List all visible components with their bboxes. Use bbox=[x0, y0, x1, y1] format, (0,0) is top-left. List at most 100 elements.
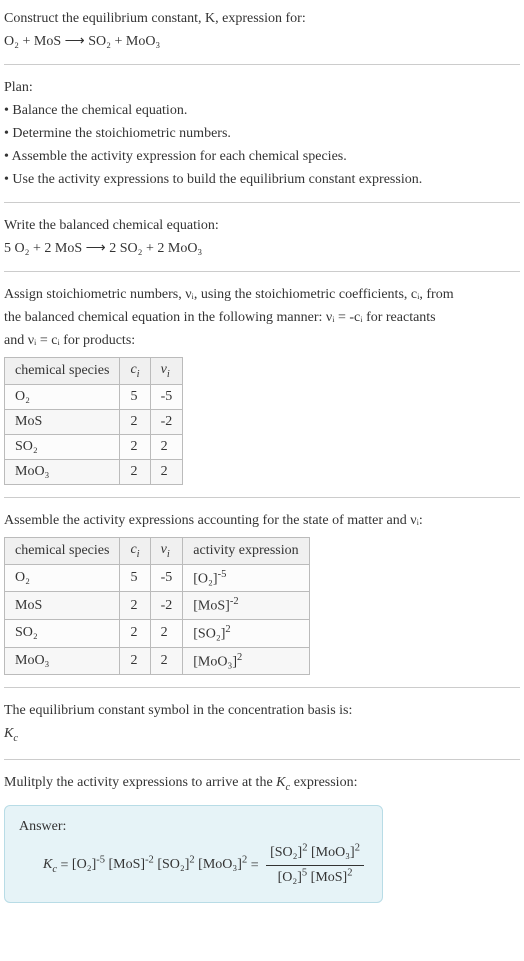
term: [SO₂]2 bbox=[157, 857, 194, 872]
cell-nui: 2 bbox=[150, 647, 183, 675]
table-row: O₂ 5 -5 [O₂]-5 bbox=[5, 564, 310, 592]
cell-species: MoO₃ bbox=[5, 459, 120, 484]
cell-species: SO₂ bbox=[5, 434, 120, 459]
cell-ci: 2 bbox=[120, 409, 150, 434]
unbalanced-equation: O₂ + MoS ⟶ SO₂ + MoO₃ bbox=[4, 31, 520, 52]
cell-species: O₂ bbox=[5, 384, 120, 409]
col-nui: νi bbox=[150, 358, 183, 385]
term: [O₂]-5 bbox=[72, 857, 105, 872]
cell-nui: -2 bbox=[150, 592, 183, 620]
term: [MoS]2 bbox=[311, 870, 353, 885]
stoich-intro-2: the balanced chemical equation in the fo… bbox=[4, 307, 520, 328]
cell-nui: 2 bbox=[150, 459, 183, 484]
cell-species: O₂ bbox=[5, 564, 120, 592]
activity-exp: 2 bbox=[225, 624, 230, 635]
fraction-numerator: [SO₂]2 [MoO₃]2 bbox=[266, 841, 364, 866]
cell-activity: [O₂]-5 bbox=[183, 564, 309, 592]
fraction-denominator: [O₂]5 [MoS]2 bbox=[266, 866, 364, 890]
cell-activity: [SO₂]2 bbox=[183, 619, 309, 647]
answer-label: Answer: bbox=[19, 816, 368, 838]
activity-exp: -2 bbox=[230, 596, 239, 607]
col-ci: ci bbox=[120, 537, 150, 564]
divider bbox=[4, 687, 520, 688]
activity-section: Assemble the activity expressions accoun… bbox=[4, 510, 520, 675]
fraction: [SO₂]2 [MoO₃]2 [O₂]5 [MoS]2 bbox=[266, 841, 364, 890]
activity-exp: -5 bbox=[218, 569, 227, 580]
cell-ci: 2 bbox=[120, 459, 150, 484]
plan-bullet-1: • Balance the chemical equation. bbox=[4, 100, 520, 121]
stoich-intro-1: Assign stoichiometric numbers, νᵢ, using… bbox=[4, 284, 520, 305]
col-activity: activity expression bbox=[183, 537, 309, 564]
term: [MoO₃]2 bbox=[311, 845, 360, 860]
plan-bullet-3: • Assemble the activity expression for e… bbox=[4, 146, 520, 167]
activity-base: [SO₂] bbox=[193, 627, 225, 642]
activity-exp: 2 bbox=[237, 652, 242, 663]
activity-intro: Assemble the activity expressions accoun… bbox=[4, 510, 520, 531]
cell-species: MoO₃ bbox=[5, 647, 120, 675]
cell-ci: 2 bbox=[120, 434, 150, 459]
plan-bullet-4: • Use the activity expressions to build … bbox=[4, 169, 520, 190]
table-row: MoO₃ 2 2 bbox=[5, 459, 183, 484]
cell-nui: -5 bbox=[150, 384, 183, 409]
col-species: chemical species bbox=[5, 358, 120, 385]
cell-nui: -5 bbox=[150, 564, 183, 592]
table-row: MoO₃ 2 2 [MoO₃]2 bbox=[5, 647, 310, 675]
activity-base: [MoS] bbox=[193, 599, 230, 614]
table-row: O₂ 5 -5 bbox=[5, 384, 183, 409]
col-species: chemical species bbox=[5, 537, 120, 564]
cell-activity: [MoS]-2 bbox=[183, 592, 309, 620]
cell-nui: -2 bbox=[150, 409, 183, 434]
balanced-section: Write the balanced chemical equation: 5 … bbox=[4, 215, 520, 259]
balanced-title: Write the balanced chemical equation: bbox=[4, 215, 520, 236]
activity-table: chemical species ci νi activity expressi… bbox=[4, 537, 310, 675]
cell-ci: 5 bbox=[120, 564, 150, 592]
cell-ci: 2 bbox=[120, 619, 150, 647]
eqconst-intro: The equilibrium constant symbol in the c… bbox=[4, 700, 520, 721]
eqconst-symbol: Kc bbox=[4, 723, 520, 747]
plan-bullet-2: • Determine the stoichiometric numbers. bbox=[4, 123, 520, 144]
divider bbox=[4, 202, 520, 203]
multiply-intro: Mulitply the activity expressions to arr… bbox=[4, 772, 520, 796]
prompt-section: Construct the equilibrium constant, K, e… bbox=[4, 8, 520, 52]
plan-title: Plan: bbox=[4, 77, 520, 98]
col-ci: ci bbox=[120, 358, 150, 385]
prompt-line1: Construct the equilibrium constant, K, e… bbox=[4, 8, 520, 29]
cell-species: MoS bbox=[5, 409, 120, 434]
plan-section: Plan: • Balance the chemical equation. •… bbox=[4, 77, 520, 190]
answer-box: Answer: Kc = [O₂]-5 [MoS]-2 [SO₂]2 [MoO₃… bbox=[4, 805, 383, 902]
cell-species: SO₂ bbox=[5, 619, 120, 647]
term: [MoS]-2 bbox=[109, 857, 154, 872]
cell-activity: [MoO₃]2 bbox=[183, 647, 309, 675]
table-header-row: chemical species ci νi bbox=[5, 358, 183, 385]
cell-ci: 2 bbox=[120, 647, 150, 675]
eqconst-section: The equilibrium constant symbol in the c… bbox=[4, 700, 520, 747]
activity-base: [O₂] bbox=[193, 571, 217, 586]
table-row: MoS 2 -2 bbox=[5, 409, 183, 434]
col-nui: νi bbox=[150, 537, 183, 564]
table-row: MoS 2 -2 [MoS]-2 bbox=[5, 592, 310, 620]
cell-nui: 2 bbox=[150, 619, 183, 647]
cell-species: MoS bbox=[5, 592, 120, 620]
stoich-intro-3: and νᵢ = cᵢ for products: bbox=[4, 330, 520, 351]
stoich-table: chemical species ci νi O₂ 5 -5 MoS 2 -2 … bbox=[4, 357, 183, 485]
table-row: SO₂ 2 2 bbox=[5, 434, 183, 459]
divider bbox=[4, 497, 520, 498]
cell-ci: 2 bbox=[120, 592, 150, 620]
stoich-section: Assign stoichiometric numbers, νᵢ, using… bbox=[4, 284, 520, 485]
term: [O₂]5 bbox=[278, 870, 308, 885]
balanced-equation: 5 O₂ + 2 MoS ⟶ 2 SO₂ + 2 MoO₃ bbox=[4, 238, 520, 259]
divider bbox=[4, 271, 520, 272]
divider bbox=[4, 759, 520, 760]
prompt-text: Construct the equilibrium constant, K, e… bbox=[4, 11, 306, 26]
cell-nui: 2 bbox=[150, 434, 183, 459]
kc-expression: Kc = [O₂]-5 [MoS]-2 [SO₂]2 [MoO₃]2 = [SO… bbox=[19, 841, 368, 890]
table-header-row: chemical species ci νi activity expressi… bbox=[5, 537, 310, 564]
cell-ci: 5 bbox=[120, 384, 150, 409]
activity-base: [MoO₃] bbox=[193, 654, 237, 669]
table-row: SO₂ 2 2 [SO₂]2 bbox=[5, 619, 310, 647]
kc-symbol: Kc bbox=[43, 857, 57, 872]
divider bbox=[4, 64, 520, 65]
term: [SO₂]2 bbox=[270, 845, 307, 860]
term: [MoO₃]2 bbox=[198, 857, 247, 872]
multiply-section: Mulitply the activity expressions to arr… bbox=[4, 772, 520, 903]
